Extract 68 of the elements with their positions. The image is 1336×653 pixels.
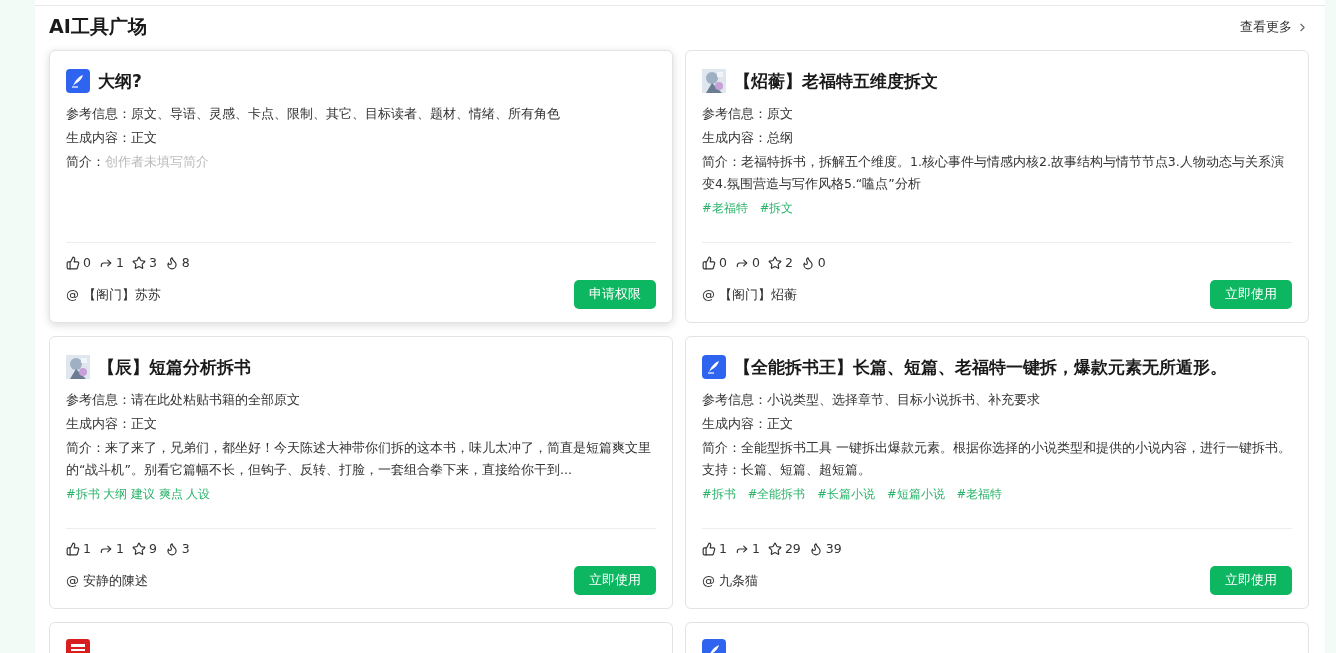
flame-icon (164, 255, 179, 270)
share-count: 1 (115, 541, 124, 556)
tag-link[interactable]: #老福特 (702, 201, 748, 216)
star-icon (131, 541, 146, 556)
tool-card[interactable]: 【全能拆书王】长篇、短篇、老福特一键拆，爆款元素无所遁形。 参考信息：小说类型、选择章节、目标小说拆书、补充要求 生成内容：正文 简介：全能型拆书工具 一键拆出爆款元素。根据你选择的小说类型和提供的小说内容，进行一键拆书。支持：长篇、短篇、超短篇。 #拆书 #全能拆书 #长篇小说 #短篇小说 #老福特 1 1 29 39 @ 九条猫 立即使用 (685, 336, 1309, 609)
info-line: 简介：创作者未填写简介 (66, 153, 210, 171)
like-count: 0 (83, 255, 91, 270)
author-name: @ 安静的陳述 (66, 571, 149, 590)
heat-count: 3 (181, 541, 190, 556)
star-icon (767, 541, 782, 556)
like-count: 1 (83, 541, 91, 556)
info-line: 生成内容：正文 (702, 415, 794, 433)
quill-icon (702, 355, 726, 379)
info-line: 参考信息：请在此处粘贴书籍的全部原文 (66, 391, 301, 409)
thumbs-up-icon (702, 541, 716, 556)
thumbs-up-icon (66, 541, 80, 556)
info-line: 简介：全能型拆书工具 一键拆出爆款元素。根据你选择的小说类型和提供的小说内容，进行一键拆书。支持：长篇、短篇、超短篇。 (702, 439, 1292, 479)
tag-link[interactable]: #拆书 (702, 487, 736, 502)
like-count: 0 (719, 255, 727, 270)
card-title: 大纲? (98, 69, 142, 93)
view-more-link[interactable]: 查看更多 (1240, 18, 1309, 36)
info-line: 简介：老福特拆书，拆解五个维度。1.核心事件与情感内核2.故事结构与情节节点3.人物动态与关系演变4.氛围营造与写作风格5.“嗑点”分析 (702, 153, 1285, 193)
star-icon (131, 255, 146, 270)
heat-count: 0 (817, 255, 826, 270)
star-count: 2 (784, 255, 793, 270)
tool-card[interactable]: 【炤蘅】老福特五维度拆文 参考信息：原文 生成内容：总纲 简介：老福特拆书，拆解五个维度。1.核心事件与情感内核2.故事结构与情节节点3.人物动态与关系演变4.氛围营造与写作风格5.“嗑点”分析 #老福特 #拆文 0 0 2 0 @ 【阁门】炤蘅 立即使用 (685, 50, 1309, 323)
info-line: 简介：来了来了，兄弟们，都坐好！今天陈述大神带你们拆的这本书，味儿太冲了，简直是短篇爽文里的“战斗机”。别看它篇幅不长，但钩子、反转、打脸，一套组合拳下来，直接给你干到... (66, 439, 652, 479)
share-count: 0 (751, 255, 760, 270)
tag-link[interactable]: #拆书 大纲 建议 爽点 人设 (66, 487, 211, 502)
card-title: 【辰】短篇分析拆书 (98, 355, 251, 379)
like-count: 1 (719, 541, 727, 556)
action-button[interactable]: 立即使用 (574, 566, 656, 595)
info-line: 参考信息：小说类型、选择章节、目标小说拆书、补充要求 (702, 391, 1041, 409)
star-count: 9 (148, 541, 157, 556)
tag-link[interactable]: #短篇小说 (886, 487, 945, 502)
thumbs-up-icon (702, 255, 716, 270)
card-title: 【炤蘅】老福特五维度拆文 (734, 69, 938, 93)
author-name: @ 九条猫 (702, 571, 759, 590)
thumbs-up-icon (66, 255, 80, 270)
quill-icon (66, 69, 90, 93)
action-button[interactable]: 立即使用 (1210, 280, 1292, 309)
flame-icon (800, 255, 815, 270)
tag-link[interactable]: #全能拆书 (747, 487, 806, 502)
star-count: 3 (148, 255, 157, 270)
tool-card[interactable]: 【辰】短篇分析拆书 参考信息：请在此处粘贴书籍的全部原文 生成内容：正文 简介：来了来了，兄弟们，都坐好！今天陈述大神带你们拆的这本书，味儿太冲了，简直是短篇爽文里的“战斗机”。别看它篇幅不长，但钩子、反转、打脸，一套组合拳下来，直接给你干到... #拆书 大纲 建议 爽点 人设 1 1 9 3 @ 安静的陳述 立即使用 (49, 336, 673, 609)
info-line: 生成内容：正文 (66, 415, 158, 433)
tool-card[interactable]: 大纲? 参考信息：原文、导语、灵感、卡点、限制、其它、目标读者、题材、情绪、所有角色 生成内容：正文 简介：创作者未填写简介 0 1 3 8 @ 【阁门】苏苏 申请权限 (49, 50, 673, 323)
info-line: 参考信息：原文、导语、灵感、卡点、限制、其它、目标读者、题材、情绪、所有角色 (66, 105, 561, 123)
flame-icon (808, 541, 823, 556)
author-name: @ 【阁门】炤蘅 (702, 285, 798, 304)
share-count: 1 (751, 541, 760, 556)
info-line: 生成内容：正文 (66, 129, 158, 147)
star-icon (767, 255, 782, 270)
share-count: 1 (115, 255, 124, 270)
action-button[interactable]: 申请权限 (574, 280, 656, 309)
tag-link[interactable]: #长篇小说 (817, 487, 875, 502)
tag-link[interactable]: #老福特 (956, 487, 1003, 502)
info-line: 参考信息：原文 (702, 105, 794, 123)
info-line: 生成内容：总纲 (702, 129, 794, 147)
star-count: 29 (784, 541, 801, 556)
section-title: AI工具广场 (49, 14, 147, 39)
heat-count: 8 (181, 255, 190, 270)
flame-icon (164, 541, 179, 556)
heat-count: 39 (825, 541, 842, 556)
action-button[interactable]: 立即使用 (1210, 566, 1292, 595)
author-name: @ 【阁门】苏苏 (66, 285, 162, 304)
tag-link[interactable]: #拆文 (759, 201, 794, 216)
card-title: 【全能拆书王】长篇、短篇、老福特一键拆，爆款元素无所遁形。 (734, 355, 1227, 379)
